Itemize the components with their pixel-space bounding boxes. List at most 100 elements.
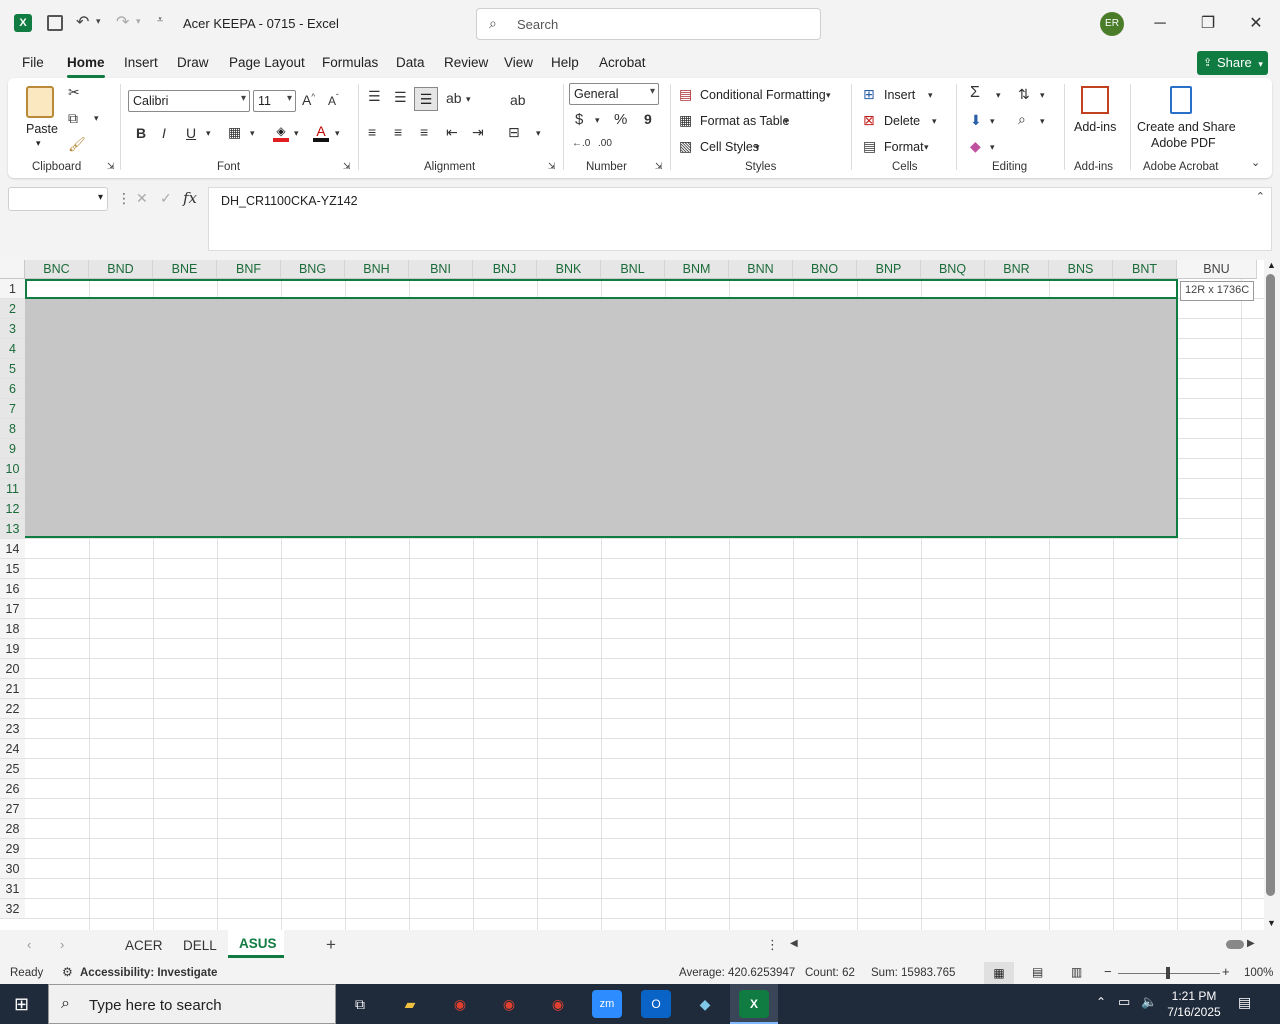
zoom-level[interactable]: 100% xyxy=(1244,967,1273,979)
insert-cells-button[interactable]: Insert xyxy=(884,88,915,102)
scroll-down-icon[interactable]: ▼ xyxy=(1267,918,1276,928)
sheet-tab-dell[interactable]: DELL xyxy=(183,938,217,953)
row-header[interactable]: 15 xyxy=(0,559,25,579)
number-launcher-icon[interactable]: ⇲ xyxy=(655,161,663,172)
file-explorer-icon[interactable]: ▰ xyxy=(395,990,425,1018)
format-cells-button[interactable]: Format xyxy=(884,140,924,154)
format-dropdown-icon[interactable]: ▾ xyxy=(924,142,929,153)
paste-dropdown-icon[interactable]: ▾ xyxy=(36,138,41,149)
scroll-right-icon[interactable]: ▶ xyxy=(1247,938,1255,949)
row-header[interactable]: 13 xyxy=(0,519,25,539)
conditional-dropdown-icon[interactable]: ▾ xyxy=(826,90,831,101)
bold-button[interactable]: B xyxy=(136,125,146,141)
insert-cells-icon[interactable]: ⊞ xyxy=(863,86,875,103)
chevron-down-icon[interactable]: ▾ xyxy=(98,192,103,203)
create-share-pdf-line1[interactable]: Create and Share xyxy=(1137,120,1236,134)
tab-insert[interactable]: Insert xyxy=(124,55,158,70)
tab-file[interactable]: File xyxy=(22,55,44,70)
align-center-icon[interactable]: ≡ xyxy=(394,124,402,140)
orientation-dropdown-icon[interactable]: ▾ xyxy=(466,94,471,105)
row-header[interactable]: 18 xyxy=(0,619,25,639)
column-header[interactable]: BND xyxy=(89,260,153,279)
column-header[interactable]: BNJ xyxy=(473,260,537,279)
column-header[interactable]: BNM xyxy=(665,260,729,279)
column-header[interactable]: BNG xyxy=(281,260,345,279)
row-header[interactable]: 21 xyxy=(0,679,25,699)
column-header[interactable]: BNH xyxy=(345,260,409,279)
alignment-launcher-icon[interactable]: ⇲ xyxy=(548,161,556,172)
column-header[interactable]: BNU xyxy=(1177,260,1257,279)
cell-styles-button[interactable]: Cell Styles xyxy=(700,140,759,154)
more-options-icon[interactable]: ⋮ xyxy=(117,190,131,207)
delete-dropdown-icon[interactable]: ▾ xyxy=(932,116,937,127)
collapse-formula-icon[interactable]: ⌃ xyxy=(1256,190,1265,203)
format-painter-icon[interactable]: 🖌 xyxy=(68,136,86,153)
tab-home[interactable]: Home xyxy=(67,55,105,78)
clear-dropdown-icon[interactable]: ▾ xyxy=(990,142,995,153)
tab-formulas[interactable]: Formulas xyxy=(322,55,378,70)
create-share-pdf-line2[interactable]: Adobe PDF xyxy=(1151,136,1216,150)
column-header[interactable]: BNE xyxy=(153,260,217,279)
row-header[interactable]: 22 xyxy=(0,699,25,719)
column-header[interactable]: BNC xyxy=(25,260,89,279)
column-header[interactable]: BNL xyxy=(601,260,665,279)
fill-color-icon[interactable]: ◈ xyxy=(273,124,289,142)
comma-button[interactable]: 9 xyxy=(644,111,652,127)
row-header[interactable]: 5 xyxy=(0,359,25,379)
taskbar-clock[interactable]: 1:21 PM 7/16/2025 xyxy=(1164,988,1224,1020)
chrome-icon[interactable]: ◉ xyxy=(445,990,475,1018)
fill-icon[interactable]: ⬇ xyxy=(970,112,982,129)
fill-color-dropdown-icon[interactable]: ▾ xyxy=(294,128,299,139)
cancel-entry-icon[interactable]: ✕ xyxy=(136,190,148,207)
tab-draw[interactable]: Draw xyxy=(177,55,209,70)
borders-dropdown-icon[interactable]: ▾ xyxy=(250,128,255,139)
create-pdf-icon[interactable] xyxy=(1170,86,1192,114)
page-layout-view-icon[interactable]: ▤ xyxy=(1032,965,1043,979)
row-header[interactable]: 14 xyxy=(0,539,25,559)
column-header[interactable]: BNP xyxy=(857,260,921,279)
sort-filter-icon[interactable]: ⇅ xyxy=(1018,86,1030,103)
currency-dropdown-icon[interactable]: ▾ xyxy=(595,115,600,126)
app-diamond-icon[interactable]: ◆ xyxy=(690,990,720,1018)
insert-dropdown-icon[interactable]: ▾ xyxy=(928,90,933,101)
row-header[interactable]: 9 xyxy=(0,439,25,459)
page-break-view-icon[interactable]: ▥ xyxy=(1071,965,1082,979)
row-header[interactable]: 19 xyxy=(0,639,25,659)
row-header[interactable]: 24 xyxy=(0,739,25,759)
underline-button[interactable]: U xyxy=(186,125,196,141)
next-sheet-icon[interactable]: › xyxy=(60,937,64,952)
customize-toolbar-icon[interactable]: ⩡ xyxy=(157,14,163,27)
number-format-select[interactable]: General ▾ xyxy=(569,83,659,105)
vertical-scrollbar[interactable]: ▲ ▼ xyxy=(1264,260,1280,930)
notifications-icon[interactable]: ▤ xyxy=(1238,994,1251,1011)
previous-sheet-icon[interactable]: ‹ xyxy=(27,937,31,952)
merge-dropdown-icon[interactable]: ▾ xyxy=(536,128,541,139)
taskbar-search[interactable]: ⌕ Type here to search xyxy=(48,984,336,1024)
row-header[interactable]: 25 xyxy=(0,759,25,779)
row-header[interactable]: 3 xyxy=(0,319,25,339)
share-button[interactable]: ⇪ Share ▾ xyxy=(1197,51,1268,75)
clipboard-launcher-icon[interactable]: ⇲ xyxy=(107,161,115,172)
chrome-profile-icon[interactable]: ◉ xyxy=(494,990,524,1018)
wrap-text-icon[interactable]: ab xyxy=(510,92,526,108)
row-header[interactable]: 2 xyxy=(0,299,25,319)
sort-filter-dropdown-icon[interactable]: ▾ xyxy=(1040,90,1045,101)
network-icon[interactable]: ▭ xyxy=(1118,994,1130,1010)
outlook-icon[interactable]: O xyxy=(641,990,671,1018)
font-color-dropdown-icon[interactable]: ▾ xyxy=(335,128,340,139)
row-header[interactable]: 11 xyxy=(0,479,25,499)
undo-icon[interactable]: ↶ xyxy=(76,12,89,32)
avatar[interactable]: ER xyxy=(1100,12,1124,36)
align-right-icon[interactable]: ≡ xyxy=(420,124,428,140)
add-ins-icon[interactable] xyxy=(1081,86,1109,114)
copy-icon[interactable]: ⧉ xyxy=(68,110,78,127)
selected-range[interactable] xyxy=(25,298,1178,538)
row-header[interactable]: 1 xyxy=(0,279,25,299)
zoom-slider-thumb[interactable] xyxy=(1166,967,1170,979)
tab-help[interactable]: Help xyxy=(551,55,579,70)
align-middle-icon[interactable]: ☰ xyxy=(394,89,407,106)
vertical-scroll-thumb[interactable] xyxy=(1266,274,1275,896)
conditional-formatting-icon[interactable]: ▤ xyxy=(679,86,692,103)
tab-review[interactable]: Review xyxy=(444,55,488,70)
decrease-decimal-icon[interactable]: .00 xyxy=(598,138,612,149)
